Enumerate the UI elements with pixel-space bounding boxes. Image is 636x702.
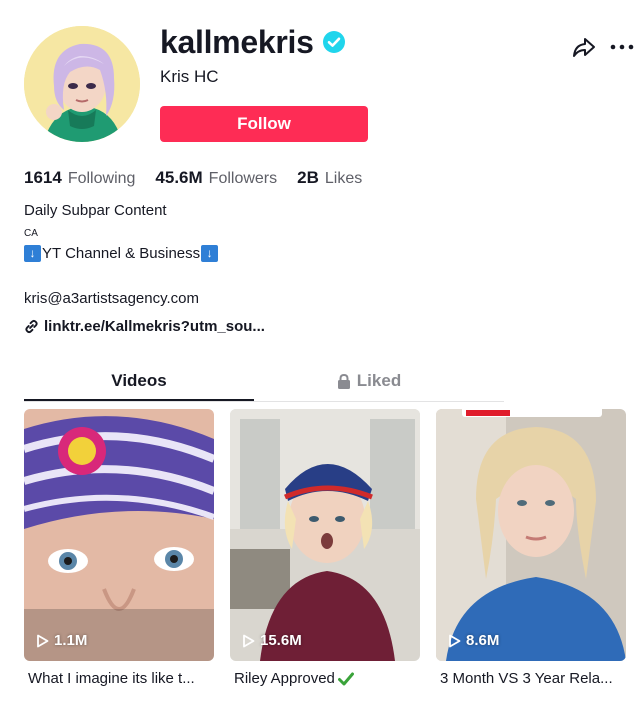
profile-avatar[interactable]: [24, 26, 140, 142]
tab-videos[interactable]: Videos: [24, 366, 254, 401]
view-count: 8.6M: [448, 632, 499, 649]
lock-icon: [337, 373, 350, 389]
share-icon[interactable]: [572, 36, 596, 58]
followers-count: 45.6M: [155, 168, 203, 187]
video-caption-text: 3 Month VS 3 Year Rela...: [440, 670, 613, 687]
stat-likes: 2B Likes: [297, 168, 362, 188]
likes-count: 2B: [297, 168, 319, 187]
video-card[interactable]: 15.6M Riley Approved: [230, 409, 420, 687]
link-icon: [25, 319, 38, 334]
bio-line-3-text: YT Channel & Business: [42, 245, 201, 262]
overlay-red-block: [466, 410, 510, 416]
video-caption-text: What I imagine its like t...: [28, 670, 195, 687]
following-count: 1614: [24, 168, 62, 187]
tab-liked-label: Liked: [356, 371, 402, 390]
green-check-icon: [337, 672, 354, 685]
video-caption[interactable]: 3 Month VS 3 Year Rela...: [436, 670, 626, 687]
view-count-text: 15.6M: [260, 632, 302, 649]
tab-liked[interactable]: Liked: [254, 366, 484, 396]
play-icon: [37, 634, 49, 647]
username: kallmekris: [160, 24, 314, 60]
down-arrow-emoji-icon: ↓: [24, 245, 41, 262]
profile-tabs: Videos Liked: [24, 366, 504, 402]
bio-email: kris@a3artistsagency.com: [24, 290, 200, 307]
video-card[interactable]: 8.6M 3 Month VS 3 Year Rela...: [436, 409, 626, 687]
stat-followers[interactable]: 45.6M Followers: [155, 168, 277, 188]
view-count-text: 8.6M: [466, 632, 500, 649]
video-card[interactable]: 1.1M What I imagine its like t...: [24, 409, 214, 687]
play-icon: [243, 634, 255, 647]
verified-badge-icon: [322, 31, 345, 53]
video-overlay-caption: [462, 409, 602, 417]
video-caption[interactable]: Riley Approved: [230, 670, 420, 687]
down-arrow-emoji-icon: ↓: [201, 245, 219, 262]
bio-link[interactable]: linktr.ee/Kallmekris?utm_sou...: [24, 318, 265, 335]
video-caption-text: Riley Approved: [234, 670, 335, 687]
bio-link-text: linktr.ee/Kallmekris?utm_sou...: [44, 318, 265, 335]
video-grid: 1.1M What I imagine its like t... 15.6M …: [24, 409, 626, 687]
follow-button[interactable]: Follow: [160, 106, 368, 142]
video-thumbnail[interactable]: 8.6M: [436, 409, 626, 661]
followers-label: Followers: [208, 170, 278, 187]
video-thumbnail[interactable]: 1.1M: [24, 409, 214, 661]
view-count: 15.6M: [242, 632, 302, 649]
play-icon: [449, 634, 461, 647]
stat-following[interactable]: 1614 Following: [24, 168, 135, 188]
username-row: kallmekris: [160, 22, 346, 62]
bio-line-1: Daily Subpar Content: [24, 202, 167, 219]
likes-label: Likes: [324, 170, 363, 187]
more-options-icon[interactable]: [610, 36, 634, 58]
nickname: Kris HC: [160, 67, 219, 86]
bio-line-3: ↓ YT Channel & Business ↓: [24, 245, 219, 262]
profile-stats: 1614 Following 45.6M Followers 2B Likes: [24, 168, 382, 188]
view-count-text: 1.1M: [54, 632, 88, 649]
view-count: 1.1M: [36, 632, 87, 649]
video-caption[interactable]: What I imagine its like t...: [24, 670, 214, 687]
bio-line-2: CA: [24, 228, 38, 239]
video-thumbnail[interactable]: 15.6M: [230, 409, 420, 661]
following-label: Following: [67, 170, 136, 187]
